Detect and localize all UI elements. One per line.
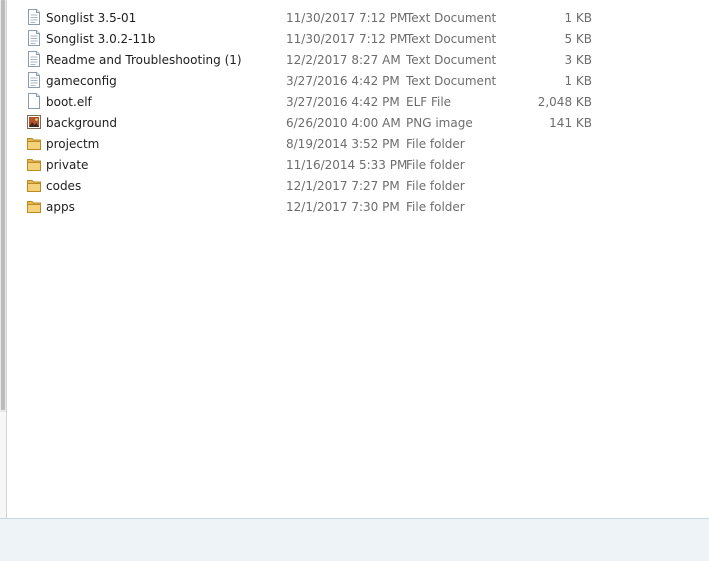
file-date-modified: 3/27/2016 4:42 PM bbox=[286, 74, 400, 88]
file-type: File folder bbox=[406, 158, 465, 172]
scrollbar-track[interactable] bbox=[0, 412, 6, 518]
folder-icon bbox=[27, 198, 41, 214]
file-list-pane: Songlist 3.5-01 11/30/2017 7:12 PM Text … bbox=[0, 0, 709, 519]
file-type: File folder bbox=[406, 200, 465, 214]
text-document-icon bbox=[27, 9, 41, 25]
file-name[interactable]: Songlist 3.0.2-11b bbox=[46, 31, 155, 47]
file-date-modified: 11/16/2014 5:33 PM bbox=[286, 158, 408, 172]
file-name[interactable]: Readme and Troubleshooting (1) bbox=[46, 52, 242, 68]
file-name[interactable]: background bbox=[46, 115, 117, 131]
file-size: 5 KB bbox=[564, 32, 592, 46]
file-row-4[interactable]: boot.elf 3/27/2016 4:42 PM ELF File 2,04… bbox=[0, 91, 709, 112]
file-type: Text Document bbox=[406, 32, 497, 46]
file-type: Text Document bbox=[406, 74, 497, 88]
file-row-3[interactable]: gameconfig 3/27/2016 4:42 PM Text Docume… bbox=[0, 70, 709, 91]
text-document-icon bbox=[27, 51, 41, 67]
status-bar bbox=[0, 519, 709, 561]
file-type: Text Document bbox=[406, 53, 497, 67]
file-date-modified: 3/27/2016 4:42 PM bbox=[286, 95, 400, 109]
file-name[interactable]: codes bbox=[46, 178, 81, 194]
file-type: File folder bbox=[406, 137, 465, 151]
file-type: File folder bbox=[406, 179, 465, 193]
text-document-icon bbox=[27, 30, 41, 46]
file-name[interactable]: gameconfig bbox=[46, 73, 117, 89]
file-name[interactable]: Songlist 3.5-01 bbox=[46, 10, 136, 26]
file-size: 1 KB bbox=[564, 11, 592, 25]
folder-icon bbox=[27, 177, 41, 193]
file-date-modified: 8/19/2014 3:52 PM bbox=[286, 137, 400, 151]
file-type: ELF File bbox=[406, 95, 452, 109]
blank-file-icon bbox=[27, 93, 41, 109]
folder-icon bbox=[27, 156, 41, 172]
file-row-2[interactable]: Readme and Troubleshooting (1) 12/2/2017… bbox=[0, 49, 709, 70]
png-image-icon bbox=[27, 114, 41, 130]
file-row-8[interactable]: codes 12/1/2017 7:27 PM File folder bbox=[0, 175, 709, 196]
file-row-9[interactable]: apps 12/1/2017 7:30 PM File folder bbox=[0, 196, 709, 217]
file-size: 141 KB bbox=[549, 116, 592, 130]
file-type: Text Document bbox=[406, 11, 497, 25]
file-date-modified: 11/30/2017 7:12 PM bbox=[286, 32, 408, 46]
file-name[interactable]: boot.elf bbox=[46, 94, 92, 110]
text-document-icon bbox=[27, 72, 41, 88]
file-name[interactable]: projectm bbox=[46, 136, 99, 152]
file-date-modified: 6/26/2010 4:00 AM bbox=[286, 116, 401, 130]
file-row-0[interactable]: Songlist 3.5-01 11/30/2017 7:12 PM Text … bbox=[0, 7, 709, 28]
file-size: 2,048 KB bbox=[537, 95, 592, 109]
file-size: 3 KB bbox=[564, 53, 592, 67]
file-row-7[interactable]: private 11/16/2014 5:33 PM File folder bbox=[0, 154, 709, 175]
file-row-5[interactable]: background 6/26/2010 4:00 AM PNG image 1… bbox=[0, 112, 709, 133]
file-row-1[interactable]: Songlist 3.0.2-11b 11/30/2017 7:12 PM Te… bbox=[0, 28, 709, 49]
file-date-modified: 11/30/2017 7:12 PM bbox=[286, 11, 408, 25]
folder-icon bbox=[27, 135, 41, 151]
file-list: Songlist 3.5-01 11/30/2017 7:12 PM Text … bbox=[0, 7, 709, 217]
file-date-modified: 12/2/2017 8:27 AM bbox=[286, 53, 401, 67]
file-size: 1 KB bbox=[564, 74, 592, 88]
file-row-6[interactable]: projectm 8/19/2014 3:52 PM File folder bbox=[0, 133, 709, 154]
file-date-modified: 12/1/2017 7:30 PM bbox=[286, 200, 400, 214]
file-name[interactable]: private bbox=[46, 157, 88, 173]
file-date-modified: 12/1/2017 7:27 PM bbox=[286, 179, 400, 193]
file-name[interactable]: apps bbox=[46, 199, 75, 215]
file-type: PNG image bbox=[406, 116, 473, 130]
